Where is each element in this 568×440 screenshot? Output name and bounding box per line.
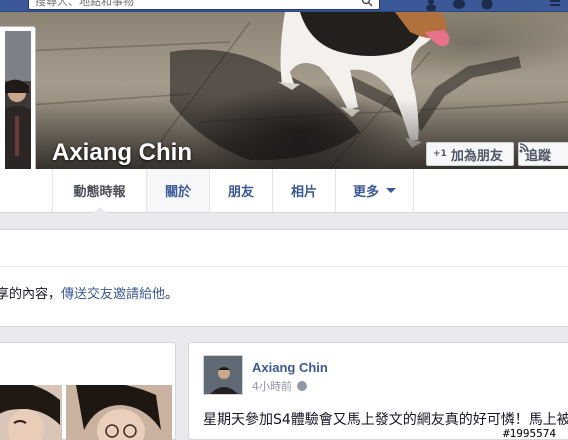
post-text: 星期天參加S4體驗會又馬上發文的網友真的好可憐！馬上被	[203, 412, 568, 428]
search-box[interactable]	[28, 0, 380, 10]
tab-more-label: 更多	[352, 185, 379, 200]
profile-name[interactable]: Axiang Chin	[52, 139, 192, 167]
tab-friends-label: 朋友	[227, 185, 254, 200]
settings-icon[interactable]	[548, 0, 562, 11]
timeline-post: Axiang Chin 4小時前 星期天參加S4體驗會又馬上發文的網友真的好可憐…	[188, 342, 568, 440]
notice-text: 享的內容，傳送交友邀請給他。	[0, 283, 178, 302]
send-friend-request-link[interactable]: 傳送交友邀請給他	[61, 287, 165, 302]
messages-icon[interactable]	[452, 0, 466, 11]
watermark: #1995574	[503, 427, 556, 440]
photo-thumbnail[interactable]	[0, 385, 62, 440]
tab-photos[interactable]: 相片	[272, 169, 335, 212]
add-friend-label: 加為朋友	[450, 148, 503, 164]
search-input[interactable]	[29, 0, 359, 9]
top-navigation-bar	[0, 0, 568, 12]
cover-photo[interactable]: Axiang Chin +1 加為朋友 追蹤	[0, 12, 568, 169]
follow-button[interactable]: 追蹤	[518, 142, 568, 166]
photos-card	[0, 342, 176, 440]
profile-tabs: 動態時報 關於 朋友 相片 更多	[0, 169, 568, 213]
section-gap	[0, 213, 568, 229]
tab-timeline[interactable]: 動態時報	[52, 169, 146, 213]
post-author-avatar[interactable]	[203, 355, 243, 395]
notice-prefix: 享的內容，	[0, 287, 62, 302]
tab-friends[interactable]: 朋友	[209, 169, 272, 212]
tab-timeline-label: 動態時報	[73, 185, 126, 200]
post-timestamp[interactable]: 4小時前	[252, 378, 292, 394]
rss-icon	[519, 143, 529, 153]
globe-icon[interactable]	[297, 381, 307, 391]
friend-request-notice: 享的內容，傳送交友邀請給他。	[0, 229, 568, 327]
tab-about[interactable]: 關於	[146, 169, 209, 212]
tab-more[interactable]: 更多	[335, 169, 414, 212]
friend-requests-icon[interactable]	[424, 0, 438, 11]
photo-thumbnail[interactable]	[66, 385, 172, 440]
post-author-name[interactable]: Axiang Chin	[252, 360, 328, 375]
add-friend-button[interactable]: +1 加為朋友	[426, 142, 514, 166]
tab-about-label: 關於	[164, 185, 191, 200]
post-meta: 4小時前	[252, 378, 307, 394]
add-friend-icon: +1	[433, 149, 447, 159]
profile-picture-image	[5, 31, 31, 191]
search-icon[interactable]	[361, 0, 373, 7]
tab-photos-label: 相片	[290, 185, 317, 200]
notifications-icon[interactable]	[480, 0, 494, 11]
divider	[0, 266, 568, 267]
notice-suffix: 。	[165, 287, 179, 302]
chevron-down-icon	[386, 188, 396, 193]
